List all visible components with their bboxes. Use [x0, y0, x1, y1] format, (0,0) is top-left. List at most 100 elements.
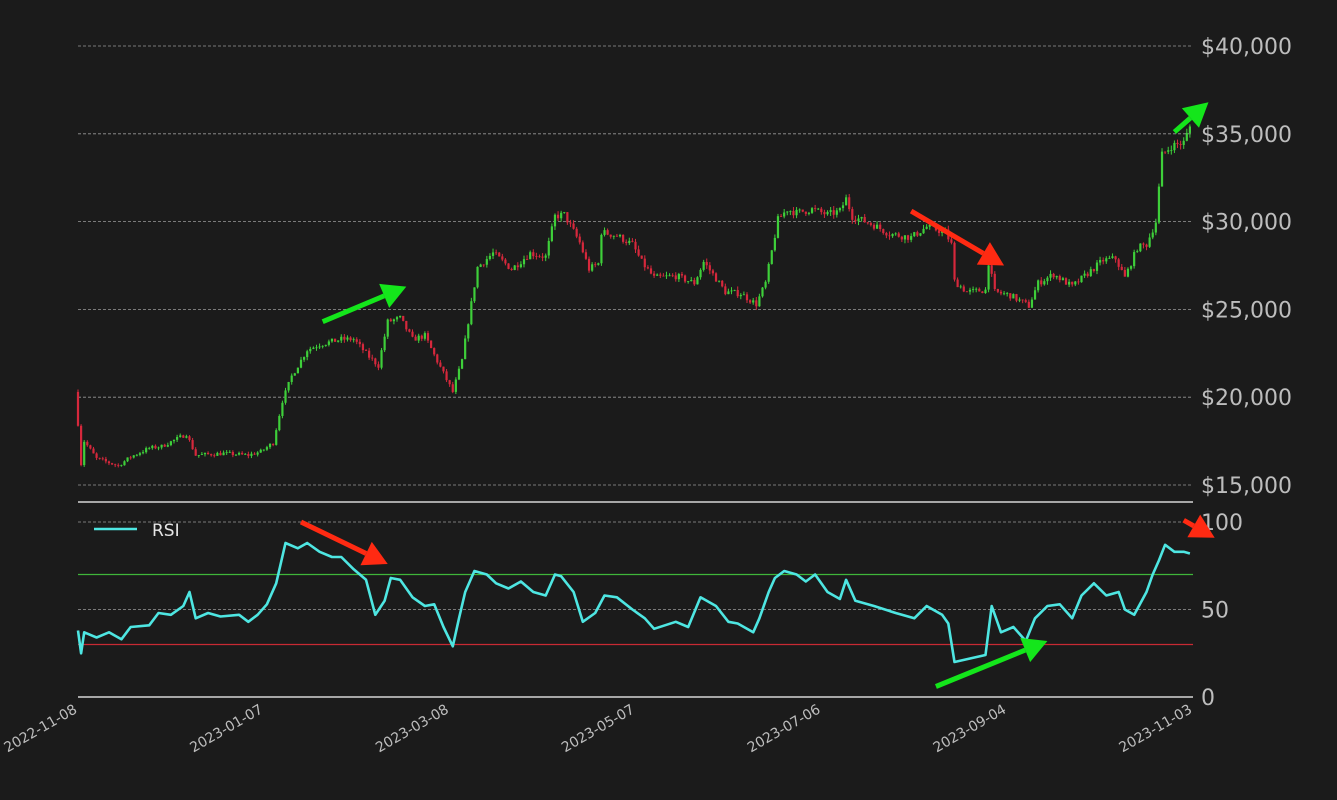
candle	[1024, 298, 1027, 304]
candle	[1018, 297, 1021, 303]
candle	[299, 356, 303, 369]
rsi-legend: RSI	[94, 521, 180, 541]
candle	[1080, 275, 1083, 283]
candle-body	[1095, 262, 1099, 271]
candle-body	[194, 449, 197, 456]
candle-body	[470, 301, 473, 325]
candle-body	[792, 210, 795, 216]
candle-body	[996, 288, 999, 292]
candle	[643, 255, 646, 271]
candle-body	[702, 261, 705, 270]
candle	[79, 424, 83, 467]
candle-body	[950, 239, 953, 243]
candle	[1058, 274, 1061, 283]
candle	[748, 299, 752, 304]
date-tick-label: 2023-05-07	[559, 702, 637, 757]
candle-body	[296, 367, 300, 374]
candle-body	[408, 329, 411, 332]
candle	[467, 323, 470, 342]
candle	[649, 265, 653, 275]
candle-body	[594, 264, 597, 266]
candle-body	[906, 235, 910, 240]
candle	[1145, 243, 1148, 251]
chart-canvas: $15,000 $20,000 $25,000 $30,000 $35,000 $40,0…	[2, 35, 1292, 757]
candle	[978, 287, 981, 292]
candle	[999, 289, 1003, 296]
candle-body	[649, 268, 653, 274]
candle-body	[581, 242, 584, 253]
candle-body	[160, 444, 163, 448]
candlestick-series	[76, 124, 1192, 468]
candle	[411, 329, 414, 338]
candle-body	[1086, 273, 1089, 276]
candle-body	[848, 197, 851, 210]
candle	[318, 343, 321, 350]
candle	[1015, 293, 1018, 303]
candle	[814, 204, 817, 212]
candle-body	[764, 281, 767, 288]
candle	[464, 335, 467, 360]
candle-body	[191, 440, 194, 450]
candle-body	[166, 445, 169, 447]
candle-body	[392, 319, 396, 322]
candle	[98, 457, 101, 460]
candle-body	[789, 210, 792, 212]
candle	[1037, 279, 1040, 293]
candle	[1095, 259, 1099, 275]
candle	[925, 224, 928, 230]
candle	[234, 454, 238, 457]
candle	[764, 280, 767, 290]
candle	[714, 272, 718, 282]
candle-body	[875, 224, 879, 229]
candle	[448, 379, 451, 387]
candle-body	[990, 265, 993, 274]
candle-body	[163, 444, 166, 447]
red-trend-arrow	[909, 208, 1005, 266]
candle	[197, 454, 200, 458]
candle-body	[337, 340, 340, 342]
candle	[956, 277, 959, 288]
candle-body	[488, 255, 492, 260]
candle	[268, 443, 272, 449]
candle	[104, 456, 107, 464]
candle	[203, 452, 207, 457]
candle	[1108, 255, 1111, 259]
candle-body	[1040, 280, 1043, 285]
candle	[591, 262, 594, 272]
candle-body	[727, 291, 730, 295]
candle	[578, 233, 581, 245]
candle-body	[665, 275, 668, 277]
candle-body	[910, 236, 913, 240]
candle	[584, 249, 588, 261]
candle-body	[563, 212, 566, 213]
candle	[615, 233, 619, 237]
candle-body	[541, 256, 544, 258]
candle	[996, 288, 999, 294]
candle-body	[485, 259, 488, 265]
candle-body	[126, 457, 129, 462]
candle	[92, 446, 95, 454]
candle-body	[1136, 251, 1139, 253]
candle-body	[810, 208, 814, 213]
candle	[89, 444, 92, 450]
candle	[457, 366, 461, 381]
candle-body	[117, 464, 120, 466]
candle	[817, 207, 820, 210]
candle-body	[138, 453, 142, 455]
candle	[1154, 218, 1157, 236]
candle-body	[575, 228, 578, 237]
candle-body	[1117, 259, 1120, 267]
candle-body	[222, 452, 225, 456]
rsi-tick-label: 50	[1201, 599, 1229, 624]
candle-body	[172, 439, 176, 442]
candle-body	[1083, 273, 1086, 276]
candle-body	[129, 457, 132, 459]
candle	[544, 253, 547, 262]
date-tick-label: 2023-09-04	[931, 702, 1010, 757]
candle	[169, 440, 173, 447]
candle	[711, 268, 715, 276]
candle	[179, 433, 182, 438]
candle	[247, 451, 250, 459]
candle	[482, 264, 485, 268]
candle	[1068, 279, 1071, 288]
